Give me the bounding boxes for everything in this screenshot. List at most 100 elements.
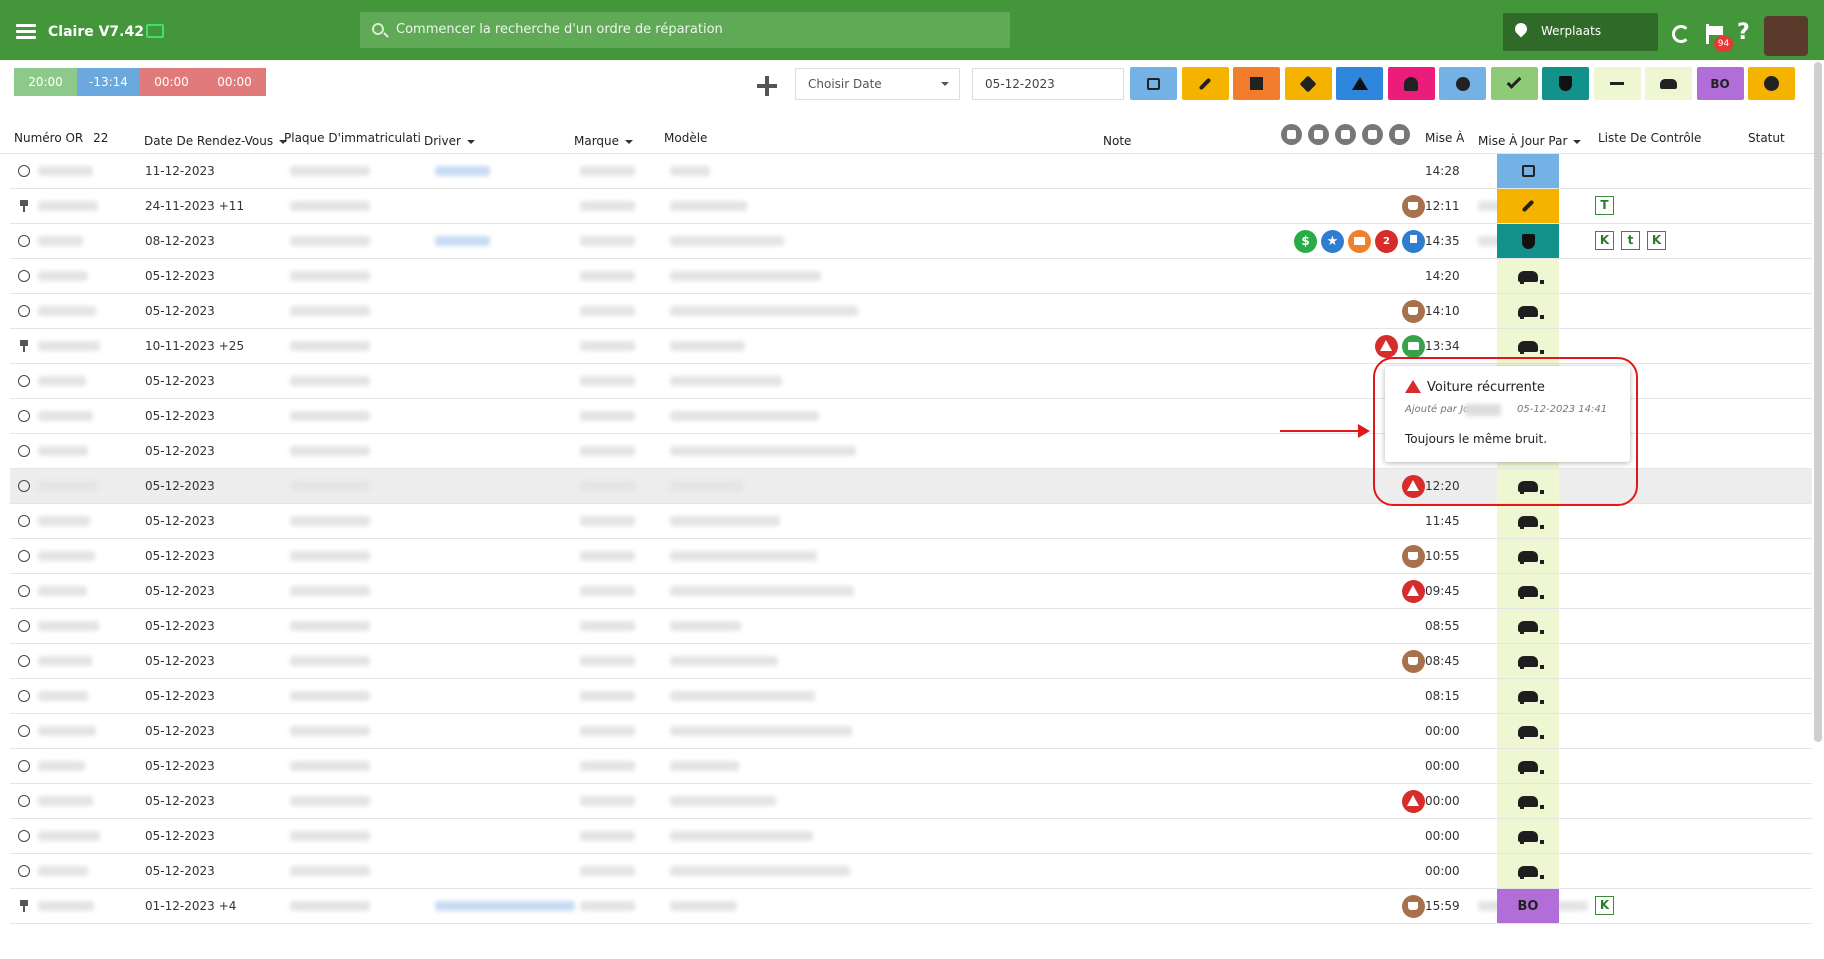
table-row[interactable]: 01-12-2023 +4 15:59 K BO <box>10 889 1812 924</box>
table-row[interactable]: 05-12-2023 00:00 <box>10 784 1812 819</box>
select-radio[interactable] <box>18 410 30 422</box>
filter-user-button[interactable] <box>1387 67 1435 100</box>
table-row[interactable]: 08-12-2023 2 14:35 KtK <box>10 224 1812 259</box>
select-radio[interactable] <box>18 235 30 247</box>
status-wrench-button[interactable] <box>1497 189 1559 223</box>
filter-wrench-button[interactable] <box>1181 67 1229 100</box>
col-mise-par[interactable]: Mise À Jour Par <box>1478 134 1582 148</box>
pin-icon[interactable] <box>19 900 29 912</box>
table-row[interactable]: 05-12-2023 10:55 <box>10 539 1812 574</box>
table-row[interactable]: 11-12-2023 14:28 <box>10 154 1812 189</box>
dollar-indicator-icon[interactable] <box>1294 230 1317 253</box>
col-note[interactable]: Note <box>1103 134 1131 148</box>
col-statut[interactable]: Statut <box>1748 131 1785 145</box>
filter-tag-button[interactable] <box>1284 67 1332 100</box>
driver-link[interactable] <box>435 901 575 911</box>
status-car-button[interactable] <box>1497 714 1559 748</box>
status-bo-button[interactable]: BO <box>1497 889 1559 923</box>
cast-icon[interactable] <box>146 24 164 38</box>
refresh-icon[interactable] <box>1672 25 1690 43</box>
coffee-indicator-icon[interactable] <box>1402 650 1425 673</box>
star-indicator-icon[interactable] <box>1321 230 1344 253</box>
table-row[interactable]: 05-12-2023 08:15 <box>10 679 1812 714</box>
dollar-filter-icon[interactable] <box>1281 124 1302 145</box>
timer-4[interactable]: 00:00 <box>203 68 266 96</box>
status-car-button[interactable] <box>1497 819 1559 853</box>
checklist-badge[interactable]: t <box>1621 231 1640 250</box>
star-filter-icon[interactable] <box>1308 124 1329 145</box>
timer-2[interactable]: -13:14 <box>77 68 140 96</box>
status-calendar-button[interactable] <box>1497 154 1559 188</box>
checklist-badge[interactable]: K <box>1595 896 1614 915</box>
warn-indicator-icon[interactable] <box>1402 580 1425 603</box>
select-radio[interactable] <box>18 655 30 667</box>
col-modele[interactable]: Modèle <box>664 131 707 145</box>
status-car-button[interactable] <box>1497 749 1559 783</box>
checklist-badge[interactable]: K <box>1595 231 1614 250</box>
select-radio[interactable] <box>18 270 30 282</box>
filter-bo-button[interactable]: BO <box>1696 67 1744 100</box>
col-mise-a[interactable]: Mise À <box>1425 131 1464 145</box>
col-numero[interactable]: Numéro OR 22 <box>14 131 108 145</box>
driver-link[interactable] <box>435 236 490 246</box>
warn-indicator-icon[interactable] <box>1375 335 1398 358</box>
help-icon[interactable]: ? <box>1737 20 1750 45</box>
blue-indicator-icon[interactable] <box>1402 230 1425 253</box>
filter-a-label-button[interactable] <box>1233 67 1280 100</box>
hamburger-menu-icon[interactable] <box>16 24 36 40</box>
driver-link[interactable] <box>435 166 490 176</box>
col-plaque[interactable]: Plaque D'immatriculati <box>284 131 421 145</box>
search-input[interactable]: Commencer la recherche d'un ordre de rép… <box>396 22 723 37</box>
select-radio[interactable] <box>18 515 30 527</box>
select-radio[interactable] <box>18 760 30 772</box>
cart-indicator-icon[interactable] <box>1402 335 1425 358</box>
select-radio[interactable] <box>18 690 30 702</box>
select-radio[interactable] <box>18 305 30 317</box>
scrollbar[interactable] <box>1814 62 1822 742</box>
filter-shield-button[interactable] <box>1542 67 1589 100</box>
table-row[interactable]: 05-12-2023 08:55 <box>10 609 1812 644</box>
add-icon[interactable] <box>757 76 777 96</box>
checklist-badge[interactable]: T <box>1595 196 1614 215</box>
select-radio[interactable] <box>18 725 30 737</box>
col-marque[interactable]: Marque <box>574 134 634 148</box>
filter-car-button[interactable] <box>1645 67 1692 100</box>
filter-exit-button[interactable] <box>1593 67 1641 100</box>
date-input[interactable]: 05-12-2023 <box>972 68 1124 100</box>
checklist-badge[interactable]: K <box>1647 231 1666 250</box>
select-radio[interactable] <box>18 550 30 562</box>
table-row[interactable]: 05-12-2023 08:45 <box>10 644 1812 679</box>
pin-filter-icon[interactable] <box>1362 124 1383 145</box>
col-date[interactable]: Date De Rendez-Vous <box>144 134 288 148</box>
select-radio[interactable] <box>18 830 30 842</box>
status-shield-button[interactable] <box>1497 224 1559 258</box>
select-radio[interactable] <box>18 480 30 492</box>
select-radio[interactable] <box>18 795 30 807</box>
status-car-button[interactable] <box>1497 294 1559 328</box>
pin-icon[interactable] <box>19 340 29 352</box>
status-car-button[interactable] <box>1497 539 1559 573</box>
table-row[interactable]: 05-12-2023 00:00 <box>10 714 1812 749</box>
status-car-button[interactable] <box>1497 574 1559 608</box>
select-radio[interactable] <box>18 165 30 177</box>
coffee-indicator-icon[interactable] <box>1402 195 1425 218</box>
col-driver[interactable]: Driver <box>424 134 475 148</box>
search-bar[interactable]: Commencer la recherche d'un ordre de rép… <box>360 12 1010 48</box>
warn-indicator-icon[interactable] <box>1402 790 1425 813</box>
status-car-button[interactable] <box>1497 644 1559 678</box>
filter-double-check-button[interactable] <box>1490 67 1538 100</box>
timer-1[interactable]: 20:00 <box>14 68 77 96</box>
table-row[interactable]: 05-12-2023 11:45 <box>10 504 1812 539</box>
coffee-indicator-icon[interactable] <box>1402 545 1425 568</box>
filter-warning-button[interactable] <box>1336 67 1383 100</box>
status-car-button[interactable] <box>1497 504 1559 538</box>
timer-3[interactable]: 00:00 <box>140 68 203 96</box>
select-radio[interactable] <box>18 445 30 457</box>
col-liste[interactable]: Liste De Contrôle <box>1598 131 1701 145</box>
table-row[interactable]: 05-12-2023 00:00 <box>10 854 1812 889</box>
pin-icon[interactable] <box>19 200 29 212</box>
filter-cancel-button[interactable] <box>1748 67 1795 100</box>
status-car-button[interactable] <box>1497 854 1559 888</box>
select-radio[interactable] <box>18 585 30 597</box>
date-select[interactable]: Choisir Date <box>795 68 960 100</box>
